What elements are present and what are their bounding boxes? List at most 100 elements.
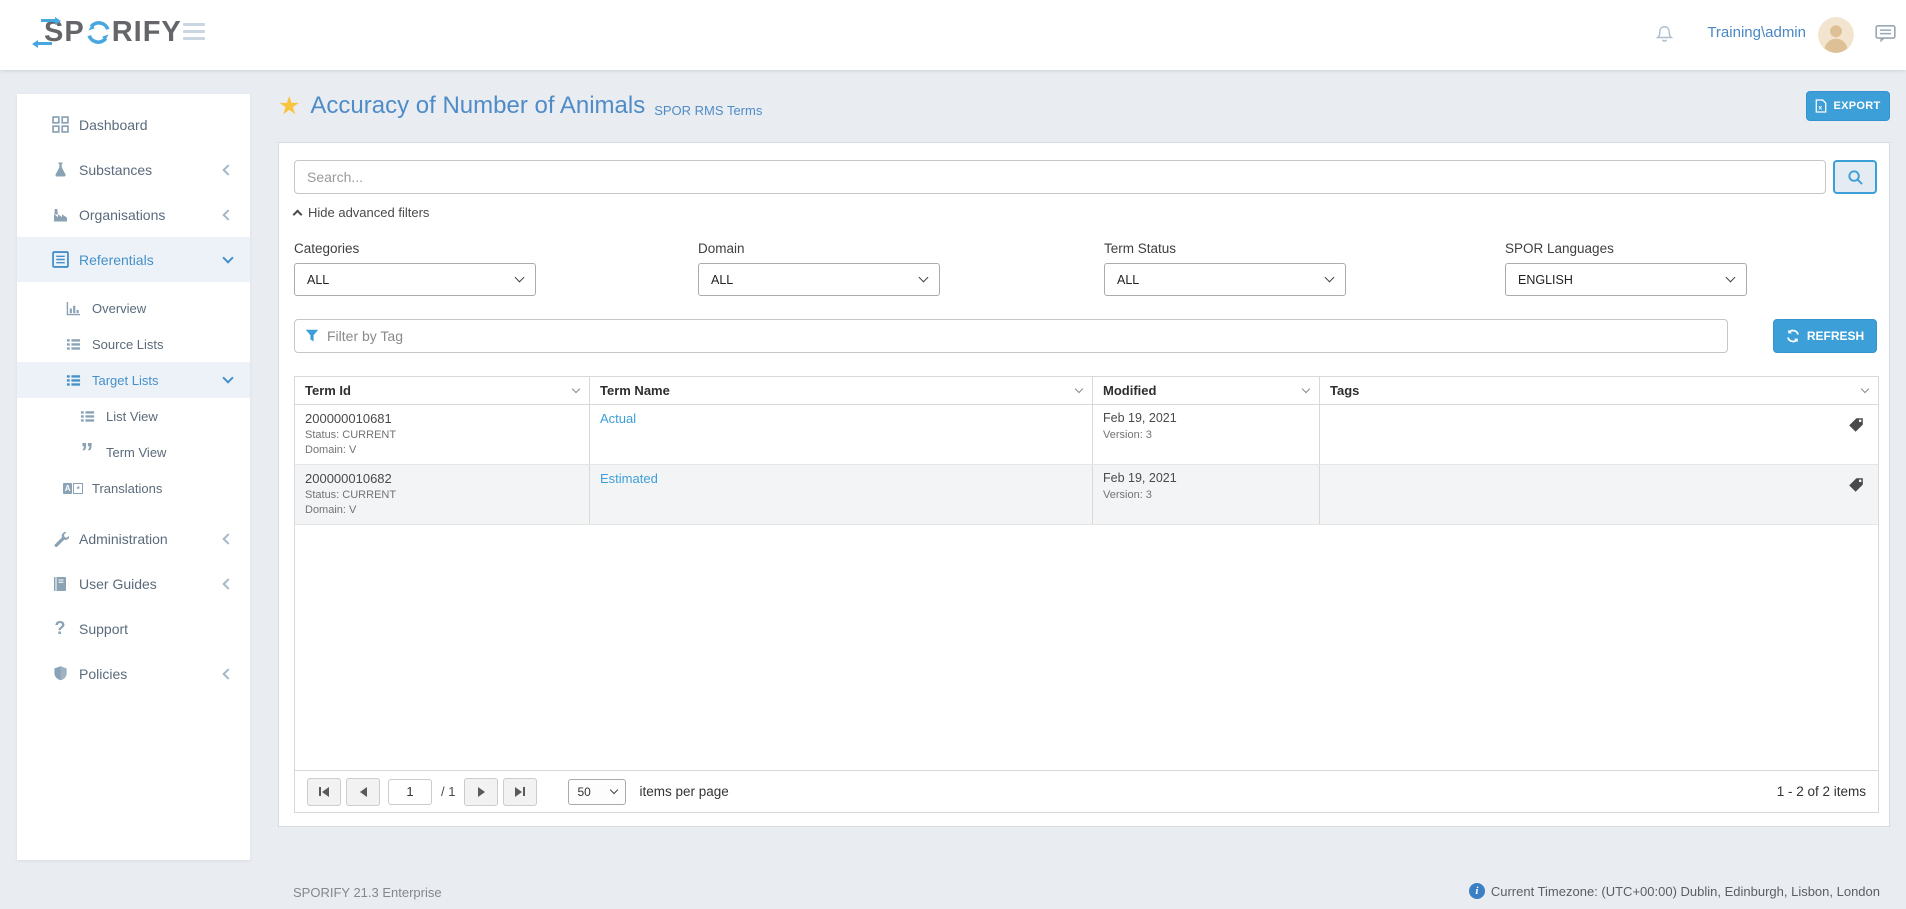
term-id-cell: 200000010682 Status: CURRENT Domain: V [295,465,589,524]
column-menu-icon[interactable] [572,385,580,393]
chevron-down-icon [1325,273,1335,283]
search-button[interactable] [1833,160,1877,194]
funnel-icon [305,329,319,343]
term-status-select[interactable]: ALL [1104,263,1346,296]
sidebar-item-target-lists[interactable]: Target Lists [17,362,250,398]
column-menu-icon[interactable] [1302,385,1310,393]
sidebar-item-overview[interactable]: Overview [17,290,250,326]
page-total-label: / 1 [441,784,455,799]
bar-chart-icon [63,301,83,316]
page-header: ★ Accuracy of Number of Animals SPOR RMS… [278,86,1890,126]
hide-advanced-filters-toggle[interactable]: Hide advanced filters [294,205,429,220]
spor-languages-value: ENGLISH [1518,273,1573,287]
sporify-logo[interactable]: SP RIFY [44,16,182,49]
table-row[interactable]: 200000010681 Status: CURRENT Domain: V A… [295,405,1878,465]
sidebar-nav: Dashboard Substances Organisations Refer… [17,94,250,860]
page-size-select[interactable]: 50 [568,779,626,805]
term-status-label: Term Status [1104,241,1176,256]
page-title: Accuracy of Number of Animals [310,92,645,120]
column-header-term-id[interactable]: Term Id [295,377,589,404]
sidebar-item-organisations[interactable]: Organisations [17,192,250,237]
spor-languages-select[interactable]: ENGLISH [1505,263,1747,296]
last-page-button[interactable] [503,778,537,806]
page-number-input[interactable] [388,779,432,805]
sidebar-item-dashboard[interactable]: Dashboard [17,102,250,147]
wrench-icon [50,530,70,547]
table-header-row: Term Id Term Name Modified Tags [295,377,1878,405]
chevron-down-icon [610,785,618,793]
first-page-button[interactable] [307,778,341,806]
user-avatar[interactable] [1818,17,1854,53]
sidebar-item-substances[interactable]: Substances [17,147,250,192]
sidebar-item-source-lists[interactable]: Source Lists [17,326,250,362]
domain-select[interactable]: ALL [698,263,940,296]
categories-select[interactable]: ALL [294,263,536,296]
term-name-link[interactable]: Actual [600,411,636,426]
notifications-bell-icon[interactable] [1655,22,1674,47]
refresh-button[interactable]: REFRESH [1773,319,1877,353]
previous-page-button[interactable] [346,778,380,806]
term-name-cell: Actual [589,405,1092,464]
dashboard-grid-icon [50,116,70,133]
column-header-term-name[interactable]: Term Name [589,377,1092,404]
tag-icon[interactable] [1848,477,1864,496]
logo-arrow-left-icon [37,42,52,45]
page-subtitle: SPOR RMS Terms [654,103,762,118]
table-row[interactable]: 200000010682 Status: CURRENT Domain: V E… [295,465,1878,525]
book-icon [50,576,70,592]
magnifier-icon [1847,169,1864,186]
column-menu-icon[interactable] [1861,385,1869,393]
content-card: Hide advanced filters Categories Domain … [278,142,1890,827]
sidebar-item-referentials[interactable]: Referentials [17,237,250,282]
column-header-tags[interactable]: Tags [1319,377,1878,404]
term-id-value: 200000010682 [305,471,579,486]
modified-cell: Feb 19, 2021 Version: 3 [1092,405,1319,464]
sidebar-item-list-view[interactable]: List View [17,398,250,434]
column-menu-icon[interactable] [1075,385,1083,393]
chevron-down-icon [222,372,233,383]
sidebar-item-label: Administration [79,531,168,547]
term-name-cell: Estimated [589,465,1092,524]
export-button[interactable]: x EXPORT [1806,91,1890,121]
sidebar-item-label: Policies [79,666,127,682]
term-status-value: Status: CURRENT [305,429,579,441]
terms-table: Term Id Term Name Modified Tags [294,376,1879,813]
sidebar-item-label: Support [79,621,128,637]
column-label: Modified [1103,383,1156,398]
referentials-list-icon [50,251,70,268]
term-status-value: Status: CURRENT [305,489,579,501]
chevron-left-icon [222,533,233,544]
table-empty-space [295,525,1878,770]
tag-icon[interactable] [1848,417,1864,436]
translations-icon: A* [63,483,83,494]
column-header-modified[interactable]: Modified [1092,377,1319,404]
menu-toggle-button[interactable] [183,23,205,44]
term-name-link[interactable]: Estimated [600,471,658,486]
modified-cell: Feb 19, 2021 Version: 3 [1092,465,1319,524]
hide-filters-label: Hide advanced filters [308,205,429,220]
categories-label: Categories [294,241,359,256]
version-value: Version: 3 [1103,429,1309,441]
sidebar-item-term-view[interactable]: ” Term View [17,434,250,470]
sidebar-item-administration[interactable]: Administration [17,516,250,561]
chevron-left-icon [222,209,233,220]
sidebar-item-policies[interactable]: Policies [17,651,250,696]
search-input[interactable] [294,160,1826,194]
favorite-star-icon[interactable]: ★ [278,94,300,119]
sidebar-item-user-guides[interactable]: User Guides [17,561,250,606]
version-value: Version: 3 [1103,489,1309,501]
user-account-label[interactable]: Training\admin [1707,24,1806,41]
filter-by-tag-input[interactable] [327,328,1717,344]
chevron-left-icon [222,668,233,679]
feedback-chat-icon[interactable] [1875,24,1896,47]
chevron-left-icon [222,578,233,589]
term-domain-value: Domain: V [305,504,579,516]
sidebar-item-translations[interactable]: A* Translations [17,470,250,506]
sidebar-item-support[interactable]: ? Support [17,606,250,651]
export-file-icon: x [1815,99,1827,113]
next-page-button[interactable] [464,778,498,806]
filter-by-tag-field [294,319,1728,353]
page-size-value: 50 [577,785,590,799]
sidebar-item-label: Dashboard [79,117,148,133]
domain-value: ALL [711,273,733,287]
